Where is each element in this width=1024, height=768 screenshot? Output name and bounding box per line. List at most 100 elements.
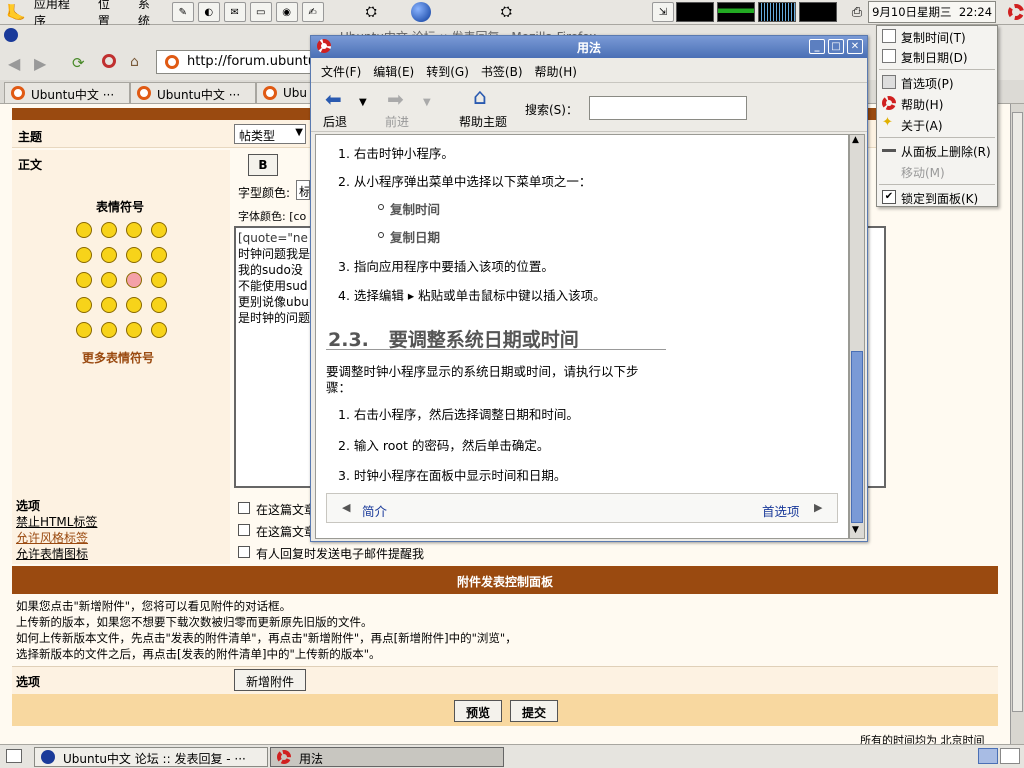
email-launcher-icon[interactable]: ✉ <box>223 2 246 22</box>
smiley-icon[interactable] <box>101 222 117 238</box>
tab-1[interactable]: Ubuntu中文 ··· <box>4 82 130 104</box>
home-icon[interactable]: ⌂ <box>473 85 487 110</box>
help-topics-label[interactable]: 帮助主题 <box>459 113 507 130</box>
tray-app-icon[interactable]: ⛭ <box>366 4 377 20</box>
web-browser-launcher-icon[interactable]: ◐ <box>197 2 220 22</box>
forward-icon[interactable]: ▶ <box>34 54 46 73</box>
smiley-icon[interactable] <box>101 297 117 313</box>
task-firefox[interactable]: Ubuntu中文 论坛 :: 发表回复 - ··· <box>34 747 268 767</box>
prev-arrow-icon[interactable]: ◀ <box>342 501 350 514</box>
smiley-icon[interactable] <box>126 222 142 238</box>
workspace-1[interactable] <box>978 748 998 764</box>
gnome-foot-icon[interactable]: 🦶 <box>6 3 26 22</box>
task-help[interactable]: 用法 <box>270 747 504 767</box>
help-lifebuoy-icon[interactable] <box>1008 4 1024 20</box>
next-arrow-icon[interactable]: ▶ <box>814 501 822 514</box>
option-link-allow-bbcode[interactable]: 允许风格标签 <box>16 529 88 546</box>
minimize-icon[interactable]: _ <box>809 39 825 54</box>
checkbox-1[interactable] <box>238 502 250 514</box>
bold-button[interactable]: B <box>248 154 278 176</box>
smiley-icon[interactable] <box>151 247 167 263</box>
show-desktop-icon[interactable] <box>6 749 22 763</box>
next-link[interactable]: 首选项 <box>762 501 800 520</box>
screenshot-launcher-icon[interactable]: ◉ <box>275 2 298 22</box>
tab-3[interactable]: Ubu <box>256 82 316 104</box>
option-link-disable-html[interactable]: 禁止HTML标签 <box>16 513 97 530</box>
notes-launcher-icon[interactable]: ✍ <box>301 2 324 22</box>
menu-copy-time[interactable]: 复制时间(T) <box>877 26 997 46</box>
tray-app-icon-2[interactable]: ⛭ <box>501 4 512 20</box>
firefox-window-icon[interactable] <box>4 28 18 42</box>
smiley-icon[interactable] <box>151 222 167 238</box>
maximize-icon[interactable]: □ <box>828 39 844 54</box>
checkbox-3[interactable] <box>238 546 250 558</box>
url-bar[interactable]: http://forum.ubuntu <box>156 50 326 74</box>
help-menu-help[interactable]: 帮助(H) <box>531 60 585 82</box>
text-editor-launcher-icon[interactable]: ✎ <box>171 2 194 22</box>
smiley-icon[interactable] <box>101 322 117 338</box>
terminal-launcher-icon[interactable]: ▭ <box>249 2 272 22</box>
tab-favicon <box>11 86 25 100</box>
help-scrollbar[interactable]: ▲ ▼ <box>849 134 865 539</box>
search-input[interactable] <box>589 96 747 120</box>
option-link-allow-smilies[interactable]: 允许表情图标 <box>16 545 88 562</box>
smiley-icon[interactable] <box>76 297 92 313</box>
smiley-icon[interactable] <box>151 322 167 338</box>
emoticons-title: 表情符号 <box>96 200 145 214</box>
forward-arrow-icon: ➡ <box>387 87 404 111</box>
checkbox-2[interactable] <box>238 524 250 536</box>
smiley-icon[interactable] <box>151 297 167 313</box>
menu-about[interactable]: ✦ 关于(A) <box>877 114 997 134</box>
home-icon[interactable]: ⌂ <box>130 54 139 70</box>
help-menu-bookmarks[interactable]: 书签(B) <box>477 60 531 82</box>
smiley-icon[interactable] <box>76 247 92 263</box>
smiley-icon[interactable] <box>126 272 142 288</box>
menu-preferences[interactable]: 首选项(P) <box>877 72 997 92</box>
site-favicon <box>165 55 179 69</box>
smiley-icon[interactable] <box>126 297 142 313</box>
smiley-icon[interactable] <box>76 222 92 238</box>
menu-copy-date[interactable]: 复制日期(D) <box>877 46 997 66</box>
more-emoticons-link[interactable]: 更多表情符号 <box>82 349 154 366</box>
submit-button[interactable]: 提交 <box>510 700 558 722</box>
message-textarea[interactable]: [quote="ne 时钟问题我是 我的sudo没 不能使用sud 更别说像ub… <box>234 226 314 488</box>
back-icon[interactable]: ◀ <box>8 54 20 73</box>
globe-icon[interactable] <box>410 2 431 22</box>
smiley-icon[interactable] <box>101 247 117 263</box>
smiley-icon[interactable] <box>101 272 117 288</box>
help-title-bar[interactable]: 用法 _ □ ✕ <box>311 36 867 58</box>
menu-remove-from-panel[interactable]: 从面板上删除(R) <box>877 140 997 160</box>
page-scrollbar-thumb[interactable] <box>1012 112 1023 712</box>
workspace-2[interactable] <box>1000 748 1020 764</box>
smiley-icon[interactable] <box>126 322 142 338</box>
scroll-down-icon[interactable]: ▼ <box>852 525 859 535</box>
page-scrollbar[interactable] <box>1010 104 1024 744</box>
back-label[interactable]: 后退 <box>323 113 347 130</box>
close-icon[interactable]: ✕ <box>847 39 863 54</box>
font-color-select[interactable]: 标 <box>296 180 310 200</box>
printer-icon[interactable]: ⎙ <box>852 5 862 20</box>
help-scrollbar-thumb[interactable] <box>851 351 863 523</box>
smiley-icon[interactable] <box>76 322 92 338</box>
section-underline <box>326 349 666 350</box>
smiley-icon[interactable] <box>126 247 142 263</box>
help-menu-file[interactable]: 文件(F) <box>317 60 369 82</box>
help-menu-go[interactable]: 转到(G) <box>422 60 477 82</box>
menu-help[interactable]: 帮助(H) <box>877 93 997 113</box>
reload-icon[interactable]: ⟳ <box>72 54 85 72</box>
smiley-icon[interactable] <box>151 272 167 288</box>
preview-button[interactable]: 预览 <box>454 700 502 722</box>
back-arrow-icon[interactable]: ⬅ <box>325 87 342 111</box>
menu-lock-to-panel[interactable]: ✔ 锁定到面板(K) <box>877 187 997 207</box>
desktop-icon[interactable]: ⇲ <box>651 2 674 22</box>
add-attachment-button[interactable]: 新增附件 <box>234 669 306 691</box>
scroll-up-icon[interactable]: ▲ <box>852 135 859 145</box>
tab-2[interactable]: Ubuntu中文 ··· <box>130 82 256 104</box>
clock[interactable]: 9月10日星期三 22:24 <box>868 1 997 23</box>
back-dropdown-icon[interactable]: ▼ <box>359 97 367 108</box>
help-menu-edit[interactable]: 编辑(E) <box>369 60 422 82</box>
prev-link[interactable]: 简介 <box>362 501 387 520</box>
smiley-icon[interactable] <box>76 272 92 288</box>
stop-icon[interactable] <box>102 54 116 68</box>
type-select[interactable]: 帖类型 ▼ <box>234 124 306 144</box>
